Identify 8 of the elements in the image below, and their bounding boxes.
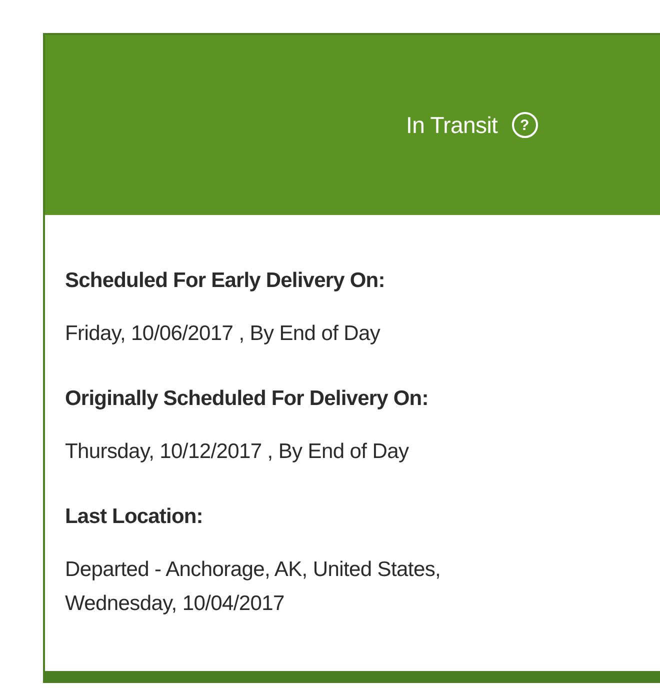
detail-value: Thursday, 10/12/2017 , By End of Day: [65, 439, 410, 465]
detail-heading: Last Location:: [65, 504, 204, 530]
status-label: In Transit: [406, 111, 498, 140]
detail-value: Friday, 10/06/2017 , By End of Day: [65, 321, 382, 347]
detail-heading: Originally Scheduled For Delivery On:: [65, 386, 430, 412]
detail-value: Departed - Anchorage, AK, United States, Wednesday, 10/04/2017: [65, 557, 442, 617]
help-icon[interactable]: ?: [512, 112, 538, 138]
detail-heading: Scheduled For Early Delivery On:: [65, 268, 386, 294]
